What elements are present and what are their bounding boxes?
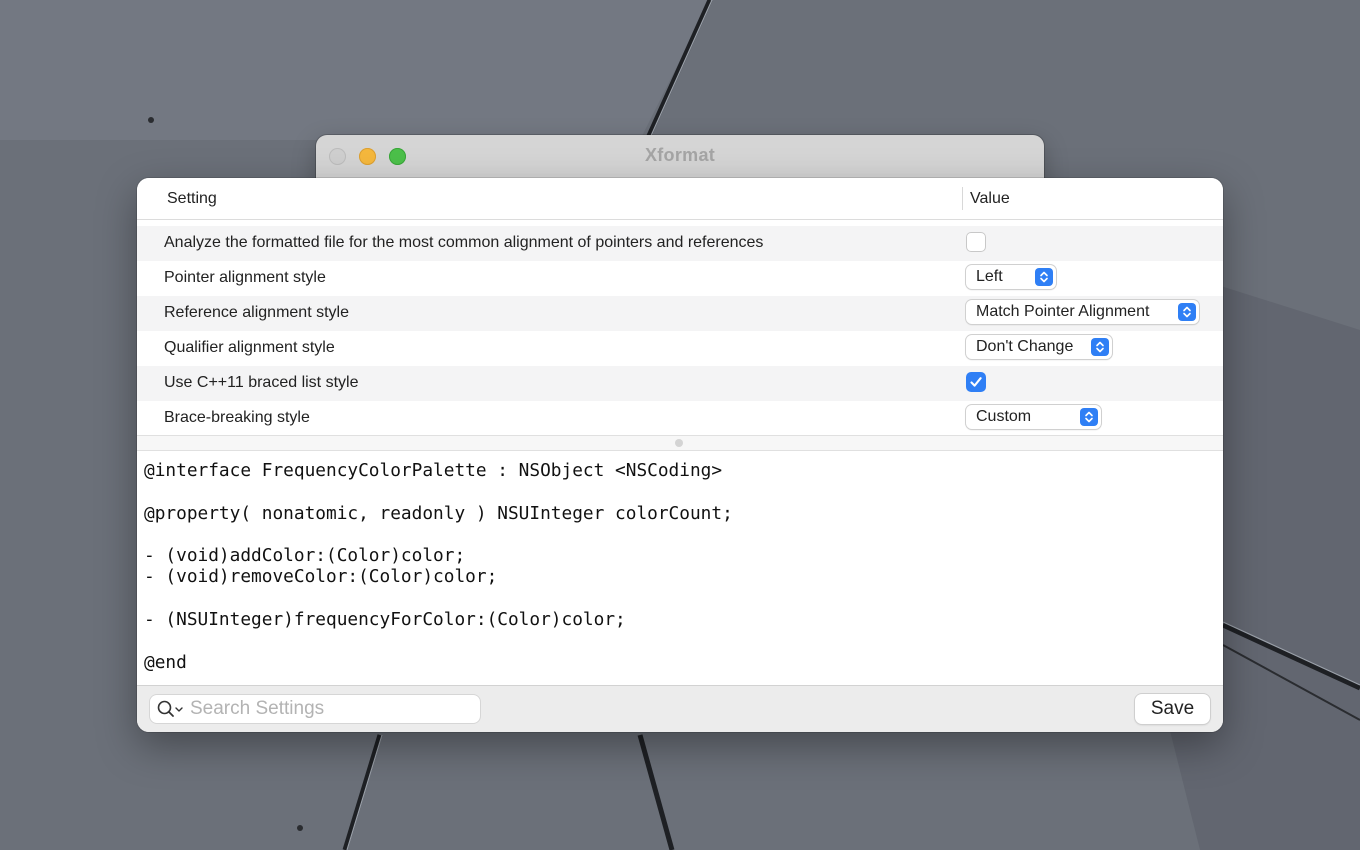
popup-value: Match Pointer Alignment — [976, 303, 1150, 320]
braced-list-checkbox[interactable] — [966, 372, 986, 392]
pointer-alignment-popup[interactable]: Left — [966, 265, 1056, 289]
search-field[interactable] — [150, 695, 480, 723]
setting-label: Qualifier alignment style — [164, 339, 335, 356]
popup-value: Left — [976, 268, 1003, 285]
setting-label: Use C++11 braced list style — [164, 374, 359, 391]
chevron-updown-icon — [1091, 338, 1109, 356]
search-icon[interactable] — [157, 700, 185, 718]
window-title: Xformat — [644, 145, 716, 165]
table-row[interactable]: Pointer alignment style Left — [137, 261, 1223, 296]
settings-table: Analyze the formatted file for the most … — [137, 226, 1223, 436]
setting-label: Analyze the formatted file for the most … — [164, 234, 764, 251]
table-row[interactable]: Qualifier alignment style Don't Change — [137, 331, 1223, 366]
qualifier-alignment-popup[interactable]: Don't Change — [966, 335, 1112, 359]
divider-handle[interactable] — [675, 439, 683, 447]
table-row[interactable]: Reference alignment style Match Pointer … — [137, 296, 1223, 331]
popup-value: Custom — [976, 408, 1032, 425]
setting-label: Brace-breaking style — [164, 409, 310, 426]
save-button[interactable]: Save — [1135, 694, 1210, 724]
reference-alignment-popup[interactable]: Match Pointer Alignment — [966, 300, 1199, 324]
table-header: Setting Value — [137, 178, 1223, 220]
chevron-updown-icon — [1035, 268, 1053, 286]
code-preview[interactable]: @interface FrequencyColorPalette : NSObj… — [144, 460, 1214, 673]
analyze-alignment-checkbox[interactable] — [966, 232, 986, 252]
settings-sheet: Setting Value Analyze the formatted file… — [137, 178, 1223, 732]
column-header-setting[interactable]: Setting — [167, 190, 217, 208]
checkmark-icon — [970, 377, 982, 387]
split-view-divider[interactable] — [137, 435, 1223, 451]
chevron-updown-icon — [1080, 408, 1098, 426]
setting-label: Reference alignment style — [164, 304, 349, 321]
brace-breaking-popup[interactable]: Custom — [966, 405, 1101, 429]
search-input[interactable] — [190, 698, 470, 720]
popup-value: Don't Change — [976, 338, 1074, 355]
column-divider[interactable] — [962, 187, 963, 210]
table-row[interactable]: Analyze the formatted file for the most … — [137, 226, 1223, 261]
column-header-value[interactable]: Value — [970, 190, 1010, 208]
table-row[interactable]: Use C++11 braced list style — [137, 366, 1223, 401]
setting-label: Pointer alignment style — [164, 269, 326, 286]
footer-bar: Save — [137, 685, 1223, 732]
chevron-updown-icon — [1178, 303, 1196, 321]
table-row[interactable]: Brace-breaking style Custom — [137, 401, 1223, 436]
